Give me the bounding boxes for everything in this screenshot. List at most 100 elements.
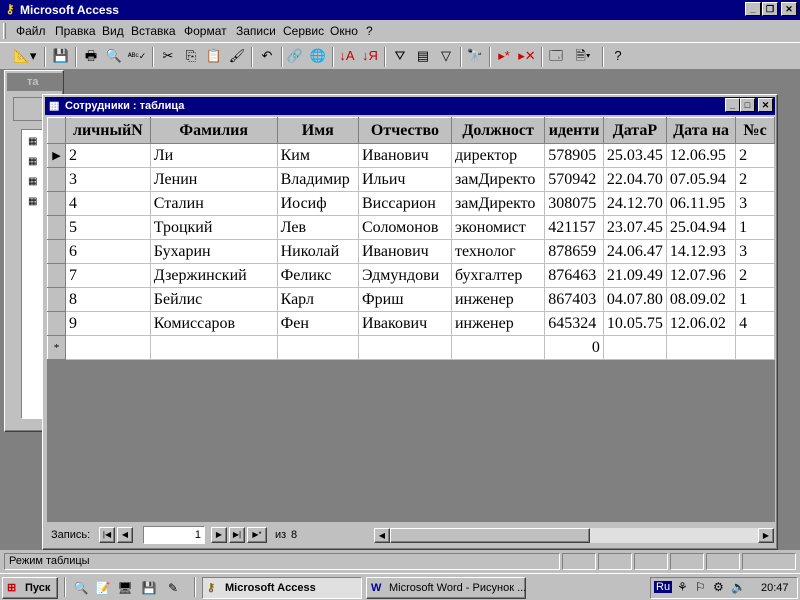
table-cell[interactable]: 12.06.02 bbox=[665, 311, 737, 336]
table-cell[interactable]: 6 bbox=[64, 239, 151, 264]
table-cell[interactable]: 1 bbox=[735, 215, 775, 240]
table-cell[interactable]: Фриш bbox=[357, 287, 452, 312]
table-icon[interactable]: ▦ bbox=[28, 176, 37, 187]
row-selector[interactable] bbox=[47, 311, 66, 336]
table-cell[interactable]: Сталин bbox=[149, 191, 278, 216]
table-cell[interactable] bbox=[276, 335, 359, 360]
volume-icon[interactable]: 🔊 bbox=[731, 580, 746, 594]
table-cell[interactable]: 08.09.02 bbox=[665, 287, 737, 312]
table-cell[interactable]: 570942 bbox=[544, 167, 604, 192]
table-cell[interactable]: 07.05.94 bbox=[665, 167, 737, 192]
table-cell[interactable]: Иосиф bbox=[276, 191, 359, 216]
column-header[interactable]: Дата на bbox=[665, 117, 737, 144]
column-header[interactable]: Отчество bbox=[357, 117, 452, 144]
table-cell[interactable]: 421157 bbox=[544, 215, 604, 240]
table-cell[interactable]: 1 bbox=[735, 287, 775, 312]
save-icon[interactable]: 💾 bbox=[50, 46, 72, 68]
table-window[interactable]: ▦ Сотрудники : таблица _ □ ✕ личныйN Фам… bbox=[42, 94, 778, 550]
spelling-icon[interactable]: ᴬᴮᶜ✓ bbox=[126, 46, 148, 68]
clock[interactable]: 20:47 bbox=[761, 582, 789, 594]
print-preview-icon[interactable]: 🔍 bbox=[103, 46, 125, 68]
menu-file[interactable]: Файл bbox=[16, 24, 46, 38]
tray-icon[interactable]: ⚘ bbox=[677, 580, 688, 594]
table-cell[interactable]: 3 bbox=[64, 167, 151, 192]
column-header[interactable]: иденти bbox=[544, 117, 604, 144]
table-cell[interactable] bbox=[735, 335, 775, 360]
table-cell[interactable]: 25.04.94 bbox=[665, 215, 737, 240]
row-selector[interactable] bbox=[47, 167, 66, 192]
table-cell[interactable] bbox=[450, 335, 546, 360]
table-cell[interactable]: 24.06.47 bbox=[602, 239, 667, 264]
tray-icon[interactable]: ⚐ bbox=[695, 580, 706, 594]
table-cell[interactable]: 2 bbox=[735, 143, 775, 168]
table-cell[interactable]: 14.12.93 bbox=[665, 239, 737, 264]
explorer-icon[interactable]: 🔍 bbox=[72, 579, 90, 597]
taskbar-button-word[interactable]: W Microsoft Word - Рисунок ... bbox=[366, 577, 526, 599]
cut-icon[interactable]: ✂ bbox=[157, 46, 179, 68]
scroll-left-icon[interactable]: ◀ bbox=[374, 528, 390, 543]
delete-record-icon[interactable]: ▸✕ bbox=[516, 46, 538, 68]
table-cell[interactable]: Бейлис bbox=[149, 287, 278, 312]
tool-icon[interactable]: ✎ bbox=[164, 579, 182, 597]
column-header[interactable]: №с bbox=[735, 117, 775, 144]
table-cell[interactable]: 23.07.45 bbox=[602, 215, 667, 240]
menu-records[interactable]: Записи bbox=[236, 24, 276, 38]
table-cell[interactable]: замДиректо bbox=[450, 167, 546, 192]
table-cell[interactable]: 4 bbox=[735, 311, 775, 336]
menu-help[interactable]: ? bbox=[366, 24, 373, 38]
undo-icon[interactable]: ↶ bbox=[256, 46, 278, 68]
table-cell[interactable]: Лев bbox=[276, 215, 359, 240]
table-cell[interactable] bbox=[357, 335, 452, 360]
column-header[interactable]: ДатаР bbox=[602, 117, 667, 144]
table-cell[interactable]: 2 bbox=[735, 167, 775, 192]
row-selector[interactable] bbox=[47, 263, 66, 288]
table-cell[interactable]: Дзержинский bbox=[149, 263, 278, 288]
table-cell[interactable]: Ким bbox=[276, 143, 359, 168]
column-header[interactable]: Должност bbox=[450, 117, 546, 144]
copy-icon[interactable]: ⎘ bbox=[180, 46, 202, 68]
language-indicator[interactable]: Ru bbox=[654, 581, 673, 593]
table-cell[interactable]: Иванович bbox=[357, 143, 452, 168]
select-all-corner[interactable] bbox=[47, 117, 66, 144]
previous-record-button[interactable]: ◀ bbox=[117, 527, 133, 543]
filter-by-selection-icon[interactable]: ⛛ bbox=[389, 46, 411, 68]
table-cell[interactable]: 06.11.95 bbox=[665, 191, 737, 216]
row-selector[interactable] bbox=[47, 191, 66, 216]
table-cell[interactable]: 22.04.70 bbox=[602, 167, 667, 192]
paste-icon[interactable]: 📋 bbox=[203, 46, 225, 68]
table-cell[interactable]: 10.05.75 bbox=[602, 311, 667, 336]
table-cell[interactable]: 7 bbox=[64, 263, 151, 288]
scroll-right-icon[interactable]: ▶ bbox=[758, 528, 774, 543]
row-selector[interactable] bbox=[47, 287, 66, 312]
table-cell[interactable]: 645324 bbox=[544, 311, 604, 336]
print-icon[interactable]: 🖶 bbox=[80, 46, 102, 68]
table-cell[interactable]: Ивакович bbox=[357, 311, 452, 336]
table-cell[interactable]: инженер bbox=[450, 287, 546, 312]
taskbar-button-access[interactable]: ⚷ Microsoft Access bbox=[202, 577, 362, 599]
close-button[interactable]: ✕ bbox=[781, 2, 797, 16]
database-window-icon[interactable]: 🗔 bbox=[545, 46, 567, 68]
column-header[interactable]: Имя bbox=[276, 117, 359, 144]
sort-descending-icon[interactable]: ↓Я bbox=[359, 46, 381, 68]
table-icon[interactable]: ▦ bbox=[28, 156, 37, 167]
table-cell[interactable]: Владимир bbox=[276, 167, 359, 192]
column-header[interactable]: Фамилия bbox=[149, 117, 278, 144]
table-cell[interactable]: 2 bbox=[64, 143, 151, 168]
table-cell[interactable]: 876463 bbox=[544, 263, 604, 288]
help-icon[interactable]: ? bbox=[607, 46, 629, 68]
find-icon[interactable]: 🔭 bbox=[464, 46, 486, 68]
row-selector[interactable]: ▶ bbox=[47, 143, 66, 168]
close-button[interactable]: ✕ bbox=[758, 98, 773, 112]
last-record-button[interactable]: ▶| bbox=[229, 527, 245, 543]
minimize-button[interactable]: _ bbox=[725, 98, 740, 112]
start-button[interactable]: ⊞ Пуск bbox=[2, 577, 58, 599]
table-cell[interactable]: Николай bbox=[276, 239, 359, 264]
horizontal-scrollbar[interactable]: ◀ ▶ bbox=[373, 527, 775, 544]
table-cell[interactable]: Карл bbox=[276, 287, 359, 312]
table-cell[interactable] bbox=[64, 335, 151, 360]
maximize-button[interactable]: □ bbox=[740, 98, 755, 112]
sort-ascending-icon[interactable]: ↓A bbox=[336, 46, 358, 68]
new-row-marker[interactable]: * bbox=[47, 335, 66, 360]
row-selector[interactable] bbox=[47, 215, 66, 240]
table-cell[interactable]: замДиректо bbox=[450, 191, 546, 216]
